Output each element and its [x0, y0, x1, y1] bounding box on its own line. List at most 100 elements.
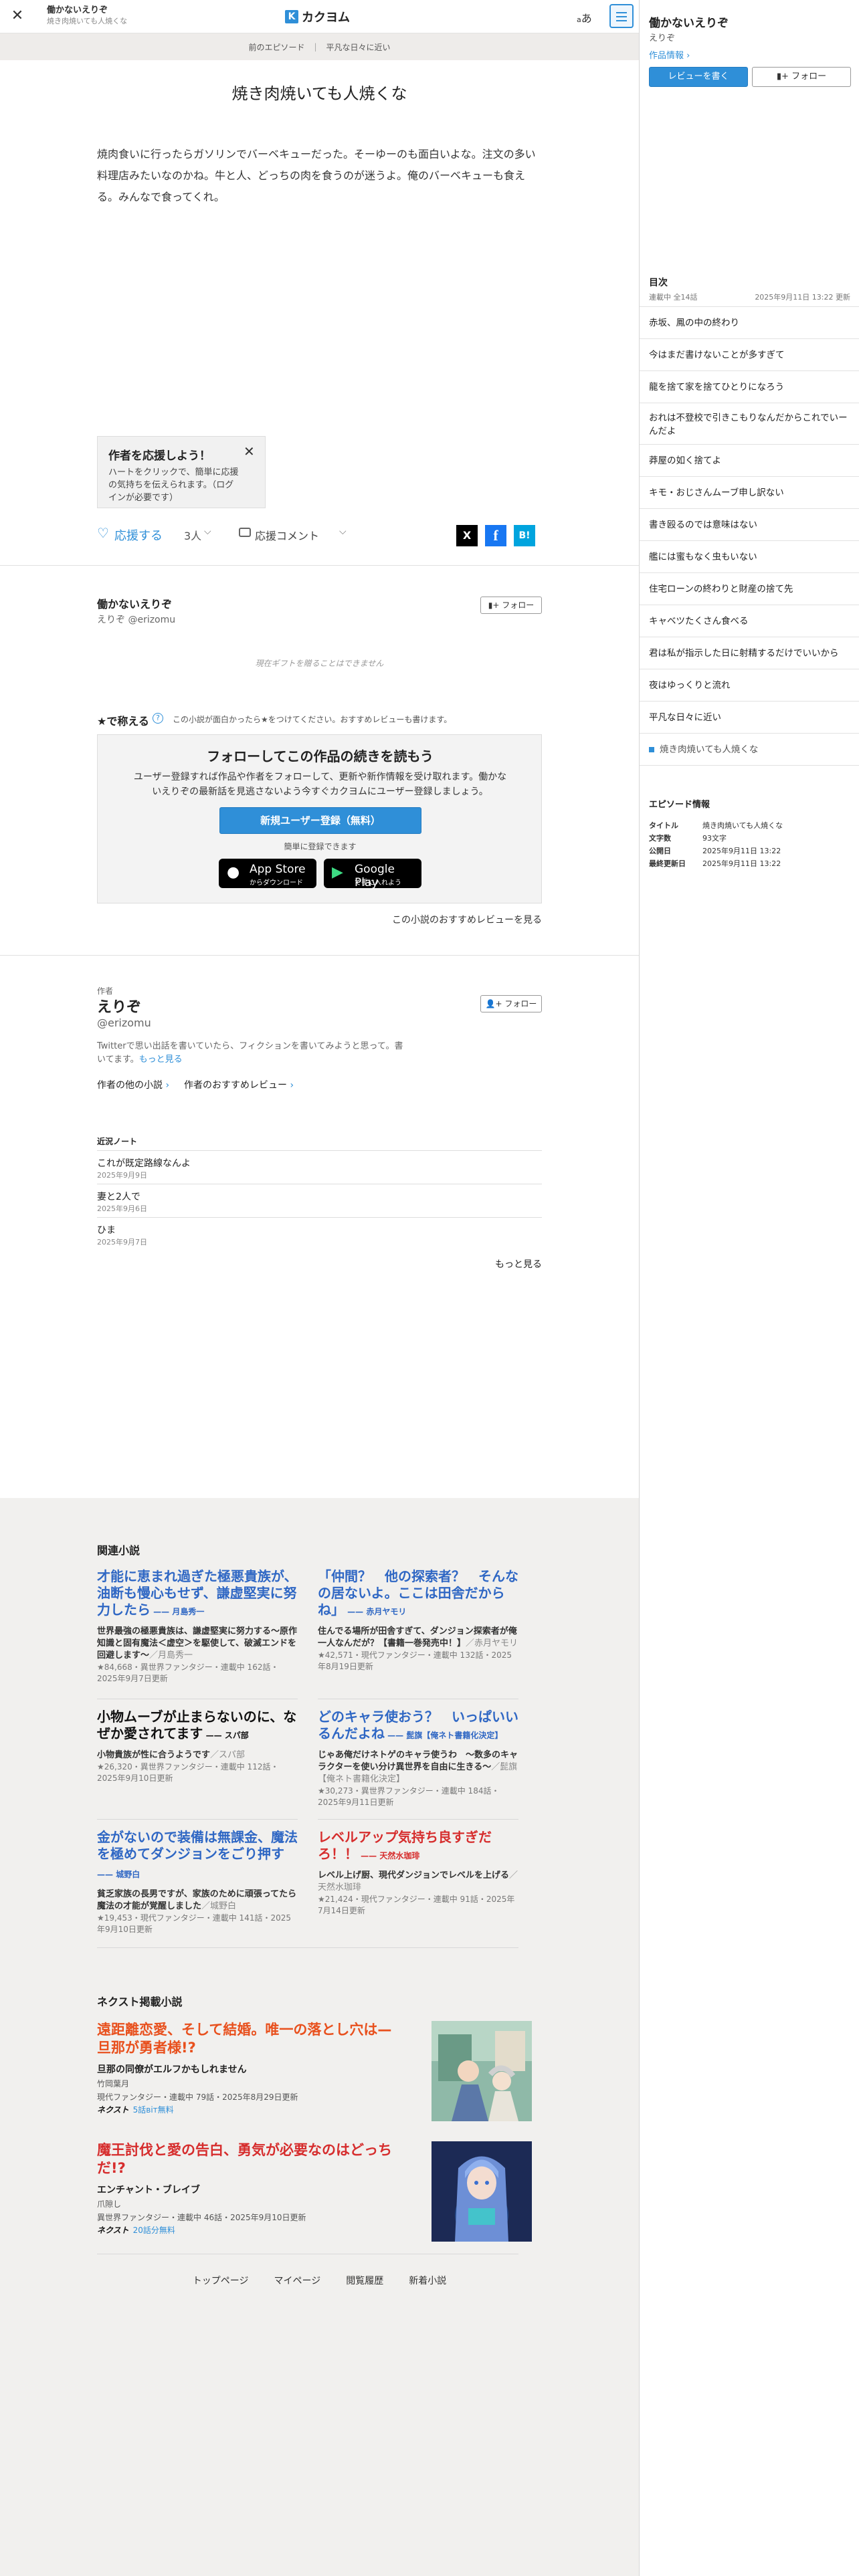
notes-more-link[interactable]: もっと見る	[97, 1257, 542, 1271]
toc-item[interactable]: 艦には蜜もなく虫もいない	[640, 540, 859, 572]
chevron-down-icon[interactable]: ⌵	[339, 526, 347, 537]
next-episode-link[interactable]: 平凡な日々に近い	[326, 41, 391, 53]
sidebar-author[interactable]: えりぞ	[649, 31, 675, 43]
help-icon[interactable]: ?	[153, 713, 163, 724]
font-toggle-label: あ	[581, 12, 592, 25]
episode-info-key: 文字数	[649, 834, 671, 843]
follow-author-button[interactable]: 👤+ フォロー	[480, 995, 542, 1012]
app-store-button[interactable]: ● App Store からダウンロード	[219, 859, 316, 888]
next-novel-item[interactable]: 魔王討伐と愛の告白、勇気が必要なのはどっちだ!? エンチャント・ブレイブ 爪隙し…	[97, 2141, 542, 2248]
author-id[interactable]: @erizomu	[97, 1016, 151, 1029]
work-info-link[interactable]: 作品情報 ›	[649, 48, 690, 61]
related-item[interactable]: レベルアップ気持ち良すぎだろ！！ —— 天然水珈琲 レベル上げ厨、現代ダンジョン…	[318, 1829, 518, 1917]
heart-icon[interactable]: ♡	[97, 525, 109, 541]
toc-menu-button[interactable]	[609, 4, 634, 28]
related-title-author: —— 城野白	[97, 1870, 140, 1879]
cheer-comment-button[interactable]: 応援コメント	[255, 527, 319, 543]
note-title: 妻と2人で	[97, 1192, 140, 1202]
toc-item[interactable]: 龍を捨て家を捨てひとりになろう	[640, 370, 859, 403]
next-logo-text: ネクスト	[97, 2105, 129, 2115]
font-toggle-button[interactable]: aあ	[577, 9, 592, 25]
related-desc-author: ／赤月ヤモリ	[466, 1638, 518, 1648]
author-rec-reviews-link[interactable]: 作者のおすすめレビュー ›	[184, 1078, 294, 1091]
site-logo[interactable]: K カクヨム	[285, 9, 350, 25]
footer-link-new[interactable]: 新着小説	[409, 2274, 446, 2287]
divider	[0, 955, 639, 956]
bio-more-link[interactable]: もっと見る	[139, 1055, 183, 1065]
cheer-button[interactable]: 応援する	[114, 526, 163, 544]
x-share-icon[interactable]: X	[456, 525, 478, 546]
episode-nav: 前のエピソード | 平凡な日々に近い	[0, 33, 639, 60]
related-desc-text: じゃあ俺だけネトゲのキャラ使うわ 〜数多のキャラクターを使い分け異世界を自由に生…	[318, 1750, 518, 1772]
app-store-sub: からダウンロード	[250, 879, 303, 887]
footer-link-mypage[interactable]: マイページ	[274, 2274, 321, 2287]
toc-item[interactable]: 莽屋の如く捨てよ	[640, 444, 859, 476]
bookmark-icon: ▮+	[776, 72, 789, 82]
follow-label: フォロー	[502, 601, 535, 610]
work-name[interactable]: 働かないえりぞ	[97, 595, 172, 611]
novel-cover-image[interactable]	[432, 2021, 532, 2121]
divider	[0, 565, 639, 566]
related-title: 小物ムーブが止まらないのに、なぜか愛されてます —— スパ部	[97, 1709, 298, 1744]
sidebar-follow-button[interactable]: ▮+ フォロー	[752, 67, 851, 87]
cta-body: ユーザー登録すれば作品や作者をフォローして、更新や新作情報を受け取れます。働かな…	[133, 772, 507, 797]
next-free-badge: 20話分無料	[132, 2226, 175, 2235]
google-play-button[interactable]: ▶ Google Play で手に入れよう	[324, 859, 421, 889]
toc-item[interactable]: おれは不登校で引きこもりなんだからこれでいーんだよ	[640, 403, 859, 444]
nav-separator: |	[314, 42, 317, 51]
facebook-share-icon[interactable]: f	[485, 525, 506, 546]
logo-text: カクヨム	[302, 11, 350, 25]
toc-item[interactable]: 平凡な日々に近い	[640, 701, 859, 733]
related-item[interactable]: 金がないので装備は無課金、魔法を極めてダンジョンをごり押す —— 城野白 貧乏家…	[97, 1829, 298, 1935]
next-free-badge: 5話віт無料	[132, 2105, 174, 2115]
prev-episode-link[interactable]: 前のエピソード	[248, 41, 304, 53]
next-novel-item[interactable]: 遠距離恋愛、そして結婚。唯一の落とし穴は—旦那が勇者様!? 旦那の同僚がエルフか…	[97, 2021, 542, 2128]
toc-item[interactable]: 君は私が指示した日に射精するだけでいいから	[640, 637, 859, 669]
related-author: 天然水珈琲	[379, 1851, 420, 1860]
follow-work-button[interactable]: ▮+ フォロー	[480, 597, 542, 614]
write-review-button[interactable]: レビューを書く	[649, 67, 748, 87]
toc-item[interactable]: 住宅ローンの終わりと財産の捨て先	[640, 572, 859, 605]
note-item[interactable]: これが既定路線なんよ 2025年9月9日	[97, 1150, 542, 1184]
top-bar: ✕ 働かないえりぞ 焼き肉焼いても人焼くな K カクヨム aあ	[0, 0, 639, 33]
chevron-down-icon[interactable]: ⌵	[204, 526, 211, 537]
related-title-author: —— 赤月ヤモリ	[345, 1607, 407, 1616]
toc-item[interactable]: 赤坂、鳳の中の終わり	[640, 306, 859, 338]
comment-icon[interactable]	[239, 528, 251, 537]
related-item[interactable]: どのキャラ使おう？ いっぱいいるんだよね —— 髭旗【俺ネト書籍化決定】 じゃあ…	[318, 1709, 518, 1808]
toc-item-current[interactable]: 焼き肉焼いても人焼くな	[640, 733, 859, 765]
novel-cover-image[interactable]	[432, 2141, 532, 2242]
footer-link-top[interactable]: トップページ	[193, 2274, 249, 2287]
related-item[interactable]: 「仲間？ 他の探索者？ そんなの居ないよ。ここは田舎だからね」 —— 赤月ヤモリ…	[318, 1568, 518, 1673]
next-novels-heading: ネクスト掲載小説	[97, 1996, 183, 2008]
recommended-reviews-link[interactable]: この小説のおすすめレビューを見る	[97, 913, 542, 926]
hatena-share-icon[interactable]: B!	[514, 525, 535, 546]
note-item[interactable]: ひま 2025年9月7日	[97, 1217, 542, 1251]
related-item[interactable]: 小物ムーブが止まらないのに、なぜか愛されてます —— スパ部 小物貴族が性に合う…	[97, 1709, 298, 1784]
footer-link-history[interactable]: 閲覧履歴	[346, 2274, 383, 2287]
other-works-link[interactable]: 作者の他の小説 ›	[97, 1078, 169, 1091]
related-author: 赤月ヤモリ	[366, 1607, 407, 1616]
toc-status: 連載中 全14話	[649, 293, 698, 302]
header-title-block[interactable]: 働かないえりぞ 焼き肉焼いても人焼くな	[47, 5, 248, 27]
toc-item[interactable]: 書き殴るのでは意味はない	[640, 508, 859, 540]
related-heading: 関連小説	[97, 1544, 140, 1557]
related-item[interactable]: 才能に恵まれ過ぎた極悪貴族が、油断も慢心もせず、謙虚堅実に努力したら —— 月島…	[97, 1568, 298, 1685]
related-meta: ★42,571・現代ファンタジー・連載中 132話・2025年8月19日更新	[318, 1650, 512, 1671]
toc-item[interactable]: 今はまだ書けないことが多すぎて	[640, 338, 859, 370]
close-icon[interactable]: ✕	[9, 8, 25, 24]
cheer-count[interactable]: 3人	[184, 527, 201, 543]
related-title: 才能に恵まれ過ぎた極悪貴族が、油断も慢心もせず、謙虚堅実に努力したら —— 月島…	[97, 1568, 298, 1620]
toc-item[interactable]: 夜はゆっくりと流れ	[640, 669, 859, 701]
register-button[interactable]: 新規ユーザー登録（無料）	[219, 807, 421, 834]
episode-info-heading: エピソード情報	[649, 800, 710, 810]
author-name[interactable]: えりぞ	[97, 995, 141, 1016]
close-icon[interactable]: ✕	[244, 443, 255, 459]
follow-cta: フォローしてこの作品の続きを読もう ユーザー登録すれば作品や作者をフォローして、…	[97, 734, 542, 903]
toc-item[interactable]: キャベツたくさん食べる	[640, 605, 859, 637]
toc-item[interactable]: キモ・おじさんムーブ申し訳ない	[640, 476, 859, 508]
note-item[interactable]: 妻と2人で 2025年9月6日	[97, 1184, 542, 1217]
work-author[interactable]: えりぞ @erizomu	[97, 613, 175, 626]
gift-note: 現在ギフトを贈ることはできません	[255, 659, 384, 668]
sidebar-work-title[interactable]: 働かないえりぞ	[649, 13, 729, 30]
